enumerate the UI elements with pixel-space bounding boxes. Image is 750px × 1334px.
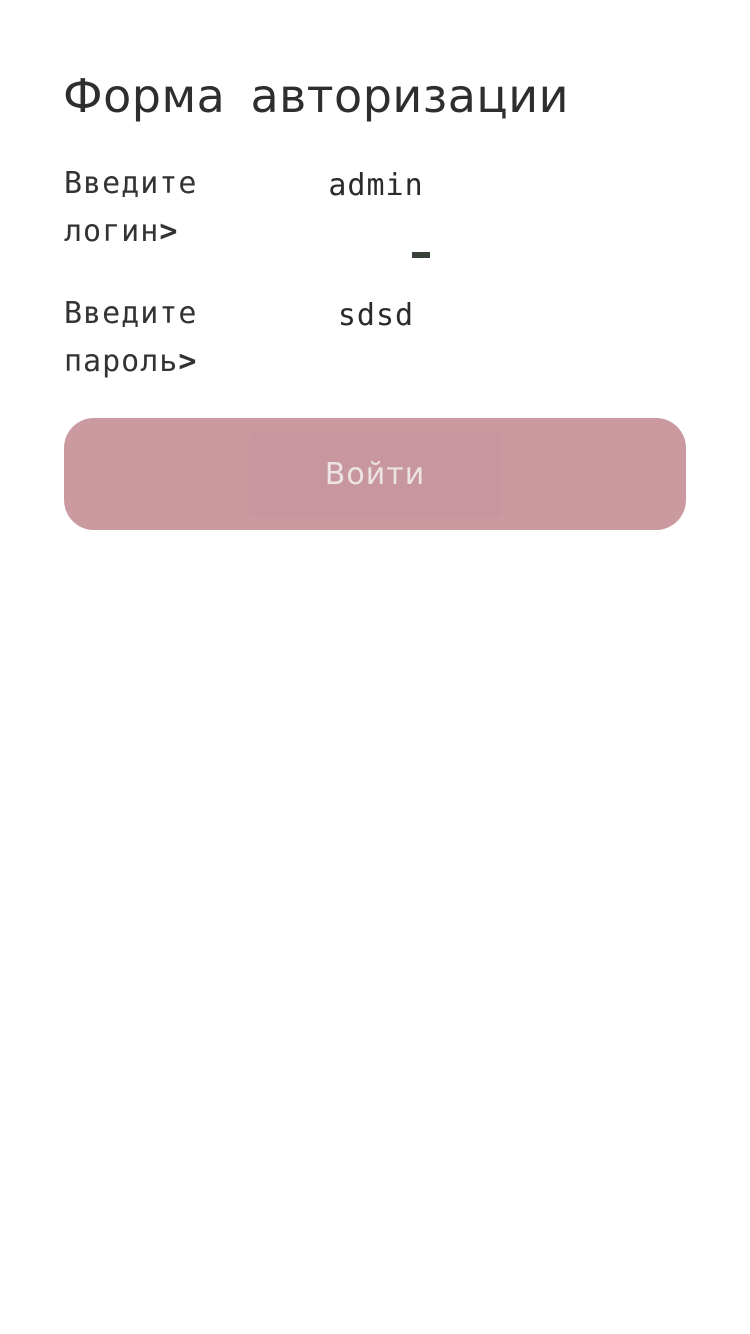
login-label: Введите логин> bbox=[64, 160, 234, 256]
login-button[interactable]: Войти bbox=[64, 418, 686, 530]
login-button-label: Войти bbox=[324, 456, 426, 492]
login-button-inner: Войти bbox=[249, 431, 501, 517]
login-label-arrow: > bbox=[159, 214, 179, 249]
password-label-arrow: > bbox=[178, 344, 198, 379]
login-input[interactable] bbox=[250, 161, 502, 209]
password-input[interactable] bbox=[250, 291, 502, 339]
page-title: Форма авторизации bbox=[63, 69, 570, 123]
password-label: Введите пароль> bbox=[64, 290, 234, 386]
text-cursor bbox=[412, 252, 430, 258]
